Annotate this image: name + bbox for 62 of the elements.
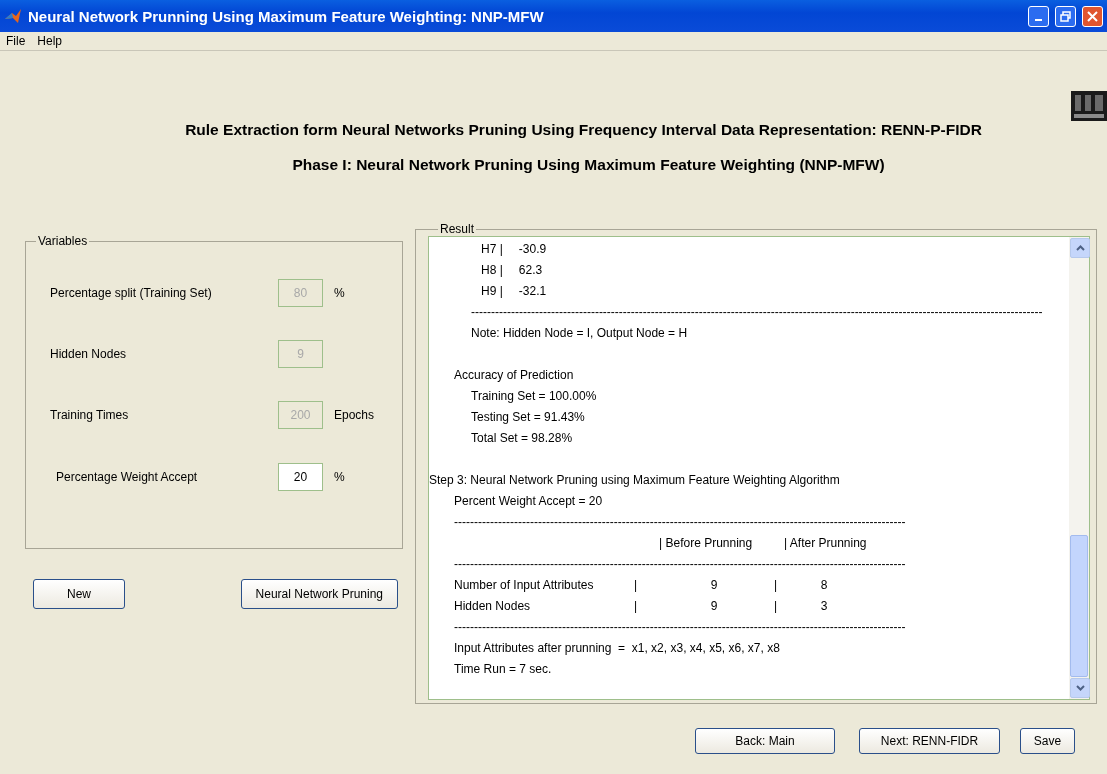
nav-button[interactable]: Back: Main <box>695 728 835 754</box>
dashed-rule: ----------------------------------------------------------------------------------------------------------------- <box>454 515 906 529</box>
result-text: Note: Hidden Node = I, Output Node = H <box>471 326 688 340</box>
result-text: Time Run = 7 sec. <box>454 662 552 676</box>
result-text: H7 | <box>481 241 503 258</box>
table-text: | <box>634 577 639 594</box>
result-text: Percent Weight Accept = 20 <box>454 494 603 508</box>
field-label: Percentage split (Training Set) <box>50 286 213 300</box>
table-text: 8 <box>819 577 829 594</box>
panel-title: Result <box>439 222 475 236</box>
result-text: Input Attributes after prunning = x1, x2, x3, x4, x5, x6, x7, x8 <box>454 641 780 655</box>
result-text: H8 | <box>481 262 503 279</box>
action-button[interactable]: Neural Network Pruning <box>240 579 398 609</box>
table-text: | <box>634 598 639 615</box>
result-text: -32.1 <box>518 283 547 300</box>
field-label: Training Times <box>50 408 130 422</box>
result-text: Total Set = 98.28% <box>471 431 573 445</box>
table-text: Number of Input Attributes <box>454 577 595 594</box>
table-text: Hidden Nodes <box>454 598 532 615</box>
field-label: Percentage Weight Accept <box>56 470 199 484</box>
dashed-rule: ----------------------------------------------------------------------------------------------------------------------------------------------- <box>471 305 1043 319</box>
table-text: | Before Prunning <box>659 535 754 552</box>
nav-button[interactable]: Next: RENN-FIDR <box>859 728 1000 754</box>
heading: Phase I: Neural Network Pruning Using Maximum Feature Weighting (NNP-MFW) <box>291 156 886 174</box>
result-text: Training Set = 100.00% <box>471 389 597 403</box>
minimize-button[interactable] <box>1028 5 1049 27</box>
result-text: Accuracy of Prediction <box>454 368 574 382</box>
close-button[interactable] <box>1082 5 1103 27</box>
menu-item[interactable]: File <box>6 34 26 48</box>
result-text: Testing Set = 91.43% <box>471 410 585 424</box>
logo-icon <box>1071 91 1107 121</box>
unit-label: % <box>334 470 346 484</box>
scrollbar[interactable] <box>1069 237 1089 699</box>
scroll-down-icon <box>1075 685 1085 691</box>
window-title: Neural Network Prunning Using Maximum Feature Weighting: NNP-MFW <box>28 7 545 25</box>
close-icon <box>1087 10 1098 22</box>
dashed-rule: ----------------------------------------------------------------------------------------------------------------- <box>454 557 906 571</box>
unit-label: Epochs <box>334 408 376 422</box>
app-icon <box>4 7 22 25</box>
menu-item[interactable]: Help <box>37 34 63 48</box>
restore-icon <box>1060 10 1071 22</box>
nav-button[interactable]: Save <box>1020 728 1075 754</box>
restore-button[interactable] <box>1055 5 1076 27</box>
unit-label: % <box>334 286 346 300</box>
result-text: -30.9 <box>518 241 547 258</box>
heading: Rule Extraction form Neural Networks Pruning Using Frequency Interval Data Representation: RENN-P-FIDR <box>184 121 983 139</box>
action-button[interactable]: New <box>33 579 125 609</box>
table-text: | After Prunning <box>784 535 868 552</box>
table-text: 9 <box>709 598 719 615</box>
dashed-rule: ----------------------------------------------------------------------------------------------------------------- <box>454 620 906 634</box>
table-text: 9 <box>709 577 719 594</box>
result-text: Step 3: Neural Network Pruning using Maximum Feature Weighting Algorithm <box>429 473 840 487</box>
field-label: Hidden Nodes <box>50 347 128 361</box>
result-text: 62.3 <box>518 262 543 279</box>
table-text: 3 <box>819 598 829 615</box>
minimize-icon <box>1035 19 1042 21</box>
result-text: H9 | <box>481 283 503 300</box>
table-text: | <box>774 577 779 594</box>
panel-title: Variables <box>37 234 89 248</box>
table-text: | <box>774 598 779 615</box>
scroll-up-icon <box>1075 245 1085 251</box>
input-field[interactable]: 20 <box>278 463 323 491</box>
